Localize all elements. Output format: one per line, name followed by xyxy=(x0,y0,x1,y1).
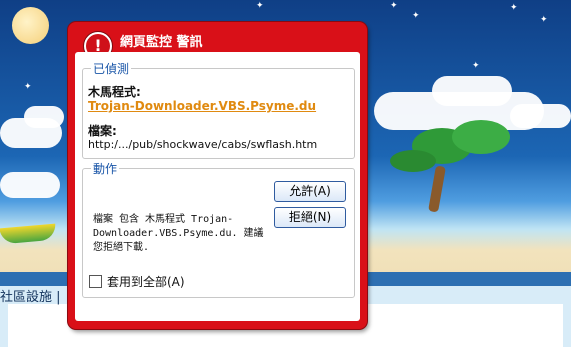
dialog-titlebar[interactable]: ! 網頁監控 警訊 xyxy=(68,22,367,60)
palm-tree xyxy=(428,165,446,213)
detected-group: 已偵測 木馬程式: Trojan-Downloader.VBS.Psyme.du… xyxy=(82,60,355,159)
star: ✦ xyxy=(24,82,32,92)
allow-button[interactable]: 允許(A) xyxy=(274,181,346,202)
deny-button[interactable]: 拒絕(N) xyxy=(274,207,346,228)
dialog-title: 網頁監控 警訊 xyxy=(120,35,203,50)
star: ✦ xyxy=(540,15,548,25)
action-group: 動作 允許(A) 拒絕(N) 檔案 包含 木馬程式 Trojan- Downlo… xyxy=(82,160,355,298)
star: ✦ xyxy=(510,3,518,13)
trojan-label: 木馬程式: xyxy=(88,85,141,99)
cloud xyxy=(0,172,60,198)
star: ✦ xyxy=(390,1,398,11)
cloud xyxy=(24,106,64,128)
file-path: http:/.../pub/shockwave/cabs/swflash.htm xyxy=(88,138,318,151)
apply-all-label[interactable]: 套用到全部(A) xyxy=(107,273,185,290)
detected-legend: 已偵測 xyxy=(91,60,132,77)
nav-link-community[interactable]: 社區設施 | xyxy=(0,286,61,305)
moon xyxy=(12,7,49,44)
cloud xyxy=(510,104,571,128)
star: ✦ xyxy=(256,1,264,11)
apply-all-checkbox[interactable] xyxy=(89,275,102,288)
star: ✦ xyxy=(472,61,480,71)
star: ✦ xyxy=(412,11,420,21)
action-description: 檔案 包含 木馬程式 Trojan- Downloader.VBS.Psyme.… xyxy=(93,214,264,253)
dialog-body: 已偵測 木馬程式: Trojan-Downloader.VBS.Psyme.du… xyxy=(75,52,360,321)
cloud xyxy=(432,76,512,106)
security-alert-dialog: ! 網頁監控 警訊 已偵測 木馬程式: Trojan-Downloader.VB… xyxy=(68,22,367,329)
boat xyxy=(0,223,57,245)
trojan-name-link[interactable]: Trojan-Downloader.VBS.Psyme.du xyxy=(88,99,316,113)
palm-leaves xyxy=(452,120,510,154)
action-legend: 動作 xyxy=(91,160,120,177)
palm-leaves xyxy=(390,150,436,172)
file-label: 檔案: xyxy=(88,124,117,138)
